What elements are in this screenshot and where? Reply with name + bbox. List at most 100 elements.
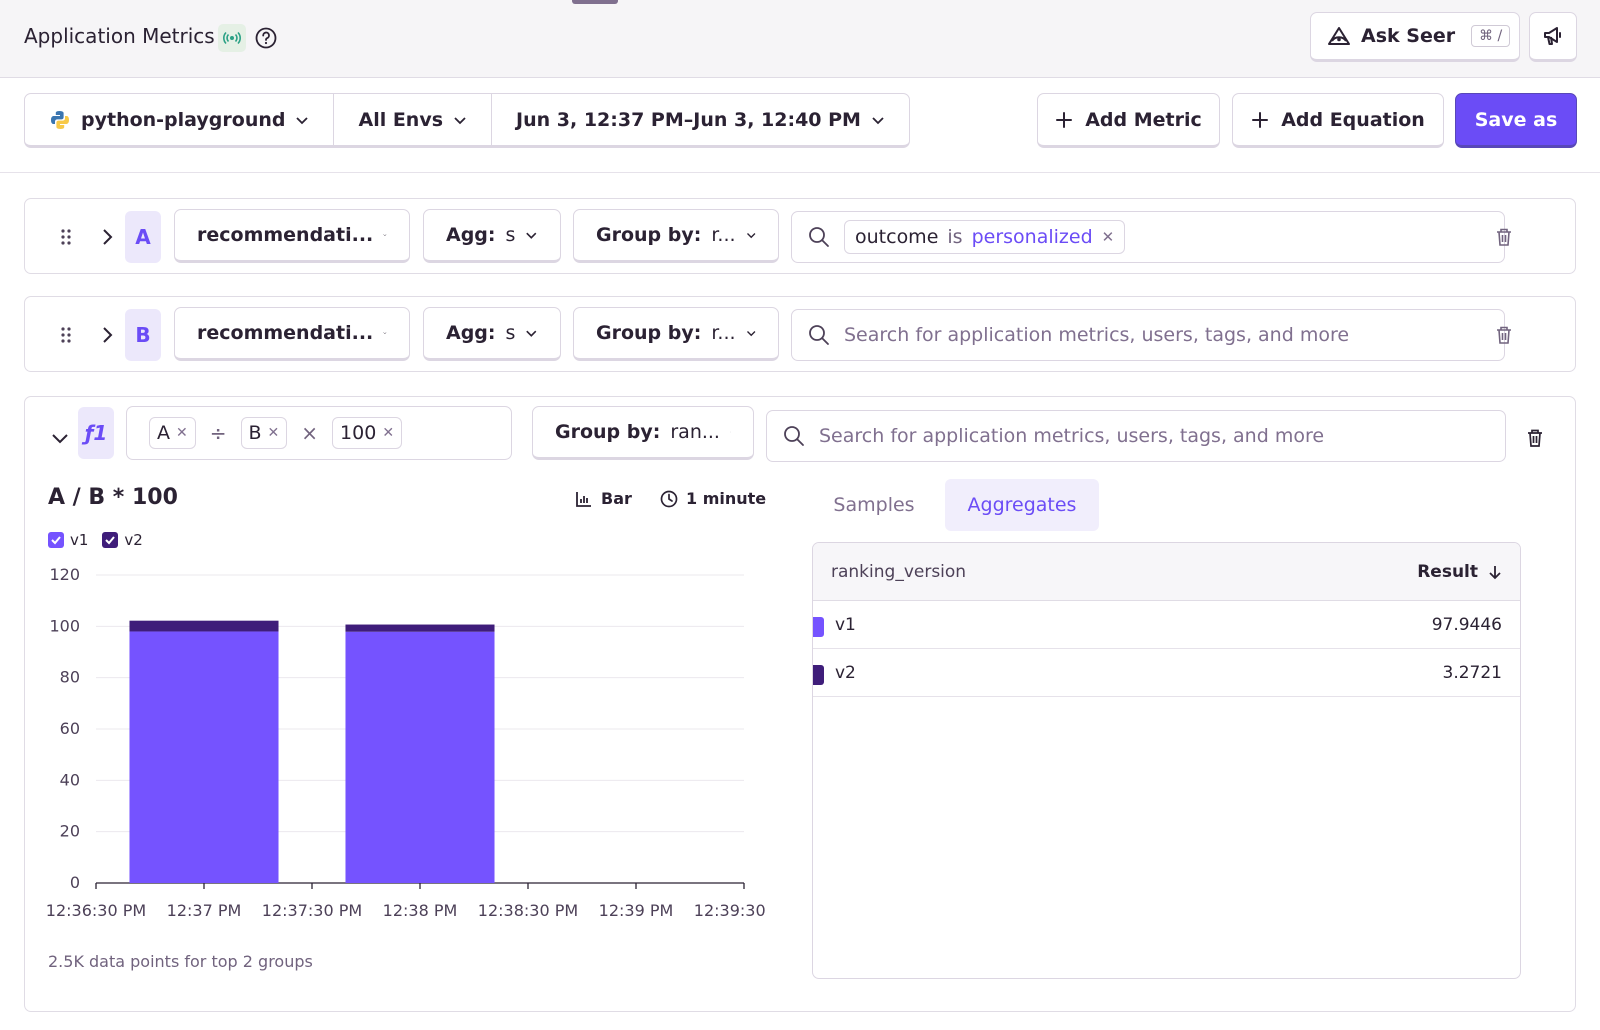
bar-v1[interactable] (129, 631, 279, 883)
save-as-button[interactable]: Save as (1455, 93, 1577, 148)
chevron-down-icon (872, 116, 884, 124)
chevron-down-icon[interactable] (50, 428, 70, 448)
filter-operator[interactable]: is (947, 226, 962, 248)
date-range-selector[interactable]: Jun 3, 12:37 PM–Jun 3, 12:40 PM (492, 94, 909, 145)
aggregation-selector[interactable]: Agg: s (423, 209, 561, 263)
megaphone-icon (1544, 27, 1561, 45)
metric-selector[interactable]: recommendati... (174, 307, 410, 361)
multiply-operator: × (301, 421, 319, 445)
clock-icon (660, 490, 678, 507)
add-equation-label: Add Equation (1281, 108, 1425, 131)
trash-icon[interactable] (1526, 428, 1544, 448)
remove-token-icon[interactable]: ✕ (382, 425, 394, 441)
environment-selector[interactable]: All Envs (334, 94, 493, 145)
table-row[interactable]: v1 97.9446 (813, 601, 1520, 649)
metric-name: recommendati... (197, 224, 374, 246)
token-label: 100 (340, 422, 377, 444)
agg-value: s (505, 322, 516, 344)
chart-footnote: 2.5K data points for top 2 groups (48, 952, 313, 971)
help-icon[interactable] (255, 27, 277, 49)
bar-v2[interactable] (345, 624, 495, 632)
aggregates-table: ranking_version Result v1 97.9446 v2 3.2… (812, 542, 1521, 979)
plus-icon (1252, 111, 1269, 128)
group-value: v1 (835, 614, 856, 635)
column-header-label: Result (1417, 561, 1478, 582)
live-indicator-icon (218, 24, 246, 52)
bar-v1[interactable] (345, 631, 495, 883)
group-value: v2 (835, 662, 856, 683)
y-tick-label: 80 (60, 668, 80, 687)
token-label: B (248, 422, 262, 444)
arrow-down-icon (1489, 565, 1501, 579)
column-header-group[interactable]: ranking_version (831, 562, 966, 582)
chart-legend: v1 v2 (48, 531, 143, 549)
legend-item-v2[interactable]: v2 (102, 531, 143, 549)
drag-handle-icon[interactable] (59, 227, 73, 247)
tab-samples[interactable]: Samples (812, 479, 936, 531)
metric-query-row-a: A recommendati... Agg: s Group by: r... … (24, 198, 1576, 274)
python-icon (51, 110, 69, 129)
y-tick-label: 100 (49, 616, 80, 635)
remove-filter-icon[interactable]: ✕ (1102, 228, 1115, 246)
equation-token[interactable]: 100 ✕ (332, 417, 403, 449)
filter-value[interactable]: personalized (972, 226, 1093, 248)
filter-token[interactable]: outcome is personalized ✕ (844, 220, 1126, 254)
project-name: python-playground (81, 108, 286, 131)
chevron-down-icon (746, 331, 755, 337)
environment-name: All Envs (358, 108, 444, 131)
x-tick-label: 12:38:30 PM (478, 901, 578, 920)
table-row[interactable]: v2 3.2721 (813, 649, 1520, 697)
group-by-selector[interactable]: Group by: r... (573, 307, 779, 361)
legend-item-v1[interactable]: v1 (48, 531, 88, 549)
announcements-button[interactable] (1529, 12, 1577, 62)
series-color-swatch (813, 665, 824, 685)
plus-icon (1056, 111, 1073, 128)
equation-token[interactable]: B ✕ (240, 417, 288, 449)
remove-token-icon[interactable]: ✕ (176, 425, 188, 441)
equation-filter-search[interactable]: Search for application metrics, users, t… (766, 410, 1506, 462)
add-metric-button[interactable]: Add Metric (1037, 93, 1220, 148)
result-value: 97.9446 (1431, 614, 1502, 635)
divide-operator: ÷ (209, 421, 227, 445)
trash-icon[interactable] (1495, 227, 1513, 247)
checkbox-icon[interactable] (102, 532, 119, 548)
tab-aggregates[interactable]: Aggregates (945, 479, 1099, 531)
y-tick-label: 40 (60, 770, 80, 789)
group-by-value: r... (711, 322, 736, 344)
drag-handle-icon[interactable] (59, 325, 73, 345)
trash-icon[interactable] (1495, 325, 1513, 345)
chevron-down-icon (383, 332, 387, 335)
bar-chart-icon (576, 491, 591, 507)
project-selector[interactable]: python-playground (25, 94, 335, 145)
remove-token-icon[interactable]: ✕ (268, 425, 280, 441)
filter-key: outcome (855, 226, 939, 248)
chevron-down-icon (454, 116, 466, 124)
page-filters: python-playground All Envs Jun 3, 12:37 … (24, 93, 910, 148)
legend-label: v1 (70, 531, 89, 549)
metric-selector[interactable]: recommendati... (174, 209, 410, 263)
bar-v2[interactable] (129, 620, 279, 632)
add-metric-label: Add Metric (1085, 108, 1202, 131)
save-as-label: Save as (1474, 108, 1558, 131)
chevron-right-icon[interactable] (97, 325, 117, 345)
group-by-selector[interactable]: Group by: ran... (532, 406, 754, 460)
page-title: Application Metrics (24, 24, 215, 48)
metric-filter-search[interactable]: Search for application metrics, users, t… (791, 309, 1505, 361)
seer-icon (1328, 27, 1350, 45)
column-header-result[interactable]: Result (1417, 562, 1502, 582)
drag-notch[interactable] (572, 0, 618, 4)
search-placeholder: Search for application metrics, users, t… (844, 324, 1350, 346)
interval-selector[interactable]: 1 minute (660, 489, 766, 508)
ask-seer-label: Ask Seer (1361, 25, 1456, 47)
add-equation-button[interactable]: Add Equation (1232, 93, 1444, 148)
group-by-selector[interactable]: Group by: r... (573, 209, 779, 263)
equation-input[interactable]: A ✕ ÷ B ✕ × 100 ✕ (126, 406, 512, 460)
chevron-right-icon[interactable] (97, 227, 117, 247)
metric-filter-search[interactable]: outcome is personalized ✕ (791, 211, 1505, 263)
checkbox-icon[interactable] (48, 532, 64, 548)
chart-type-selector[interactable]: Bar (575, 489, 632, 508)
equation-token[interactable]: A ✕ (149, 417, 196, 449)
ask-seer-button[interactable]: Ask Seer ⌘ / (1310, 12, 1520, 62)
equation-tag: ƒ1 (78, 407, 114, 459)
aggregation-selector[interactable]: Agg: s (423, 307, 561, 361)
